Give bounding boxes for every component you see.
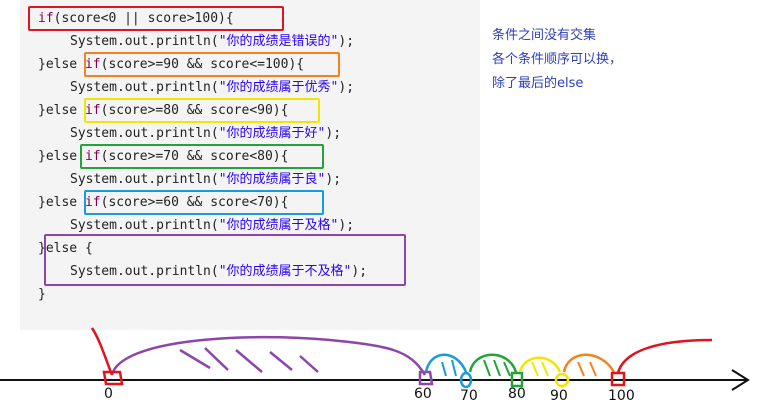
note-line-1: 条件之间没有交集	[492, 28, 597, 43]
statement-end: );	[325, 126, 342, 141]
println-call: System.out.println(	[70, 34, 219, 49]
statement-end: );	[325, 172, 342, 187]
tick-label-80: 80	[508, 386, 526, 402]
red-left-segment	[90, 327, 114, 376]
statement-end: );	[338, 218, 355, 233]
arc-good-range	[518, 356, 562, 373]
code-line-4: System.out.println("你的成绩属于优秀");	[70, 77, 354, 99]
highlight-box-green	[80, 144, 324, 169]
println-call: System.out.println(	[70, 218, 219, 233]
tick-label-60: 60	[414, 386, 432, 402]
tick-label-70: 70	[460, 388, 478, 404]
string-literal: "你的成绩属于好"	[218, 126, 326, 141]
highlight-box-blue	[84, 190, 324, 215]
highlight-box-orange	[84, 52, 340, 77]
else-brace: }else	[38, 103, 85, 118]
hatching-pass-range	[441, 359, 457, 377]
hatching-excellent-range	[577, 361, 597, 377]
code-line-13: }	[38, 284, 46, 306]
println-call: System.out.println(	[70, 172, 219, 187]
code-line-8: System.out.println("你的成绩属于良");	[70, 169, 341, 191]
else-brace: }else	[38, 57, 85, 72]
code-line-2: System.out.println("你的成绩是错误的");	[70, 31, 354, 53]
close-brace: }	[38, 287, 46, 302]
arc-pass-range	[424, 353, 468, 373]
arc-excellent-range	[562, 353, 616, 373]
else-brace: }else	[38, 149, 85, 164]
marker-60	[418, 370, 434, 386]
tick-label-90: 90	[550, 388, 568, 404]
hatching-good-range	[531, 361, 549, 377]
string-literal: "你的成绩属于优秀"	[218, 80, 339, 95]
number-line	[0, 327, 750, 391]
tick-label-0: 0	[104, 386, 113, 402]
highlight-box-yellow	[84, 98, 320, 123]
note-line-2: 各个条件顺序可以换，	[492, 52, 623, 67]
hatching-fail-range	[179, 347, 319, 373]
statement-end: );	[338, 34, 355, 49]
highlight-box-purple	[44, 234, 406, 286]
highlight-box-red	[28, 6, 284, 31]
println-call: System.out.println(	[70, 126, 219, 141]
code-line-6: System.out.println("你的成绩属于好");	[70, 123, 341, 145]
tick-label-100: 100	[608, 388, 635, 404]
arc-fair-range	[468, 353, 518, 373]
string-literal: "你的成绩属于及格"	[218, 218, 339, 233]
red-right-segment	[616, 338, 713, 374]
string-literal: "你的成绩是错误的"	[218, 34, 339, 49]
statement-end: );	[338, 80, 355, 95]
note-line-3: 除了最后的else	[492, 76, 584, 91]
else-brace: }else	[38, 195, 85, 210]
hatching-fair-range	[483, 359, 511, 377]
arc-fail-range	[110, 335, 427, 376]
println-call: System.out.println(	[70, 80, 219, 95]
string-literal: "你的成绩属于良"	[218, 172, 326, 187]
